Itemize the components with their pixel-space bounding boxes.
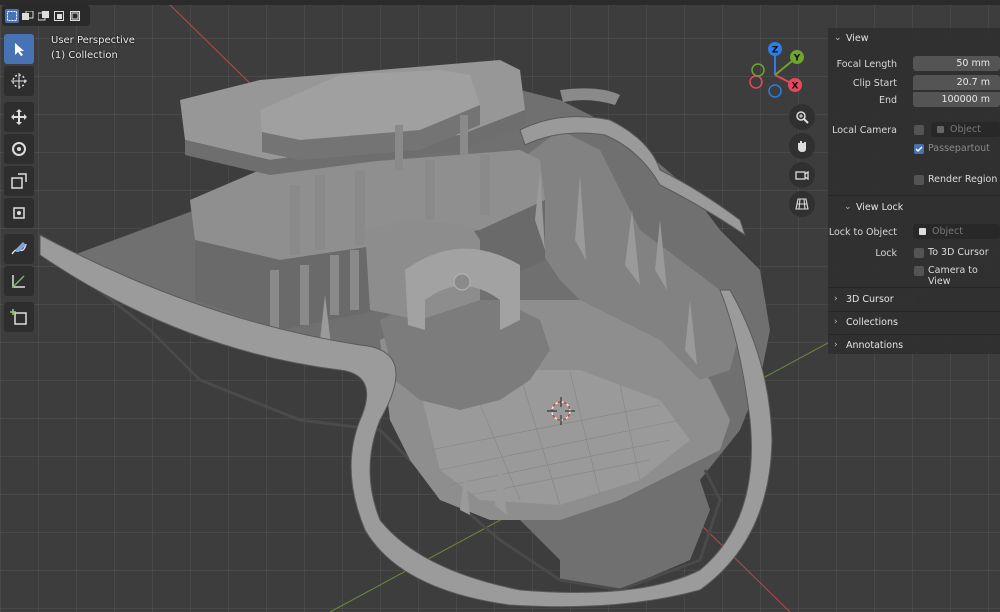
rotate-icon — [12, 142, 26, 156]
add-cube-tool[interactable] — [4, 302, 34, 332]
camera-to-view-checkbox[interactable] — [914, 266, 924, 276]
to-3d-cursor-label: To 3D Cursor — [928, 247, 989, 258]
select-new-button[interactable] — [5, 8, 19, 23]
object-icon — [919, 228, 926, 235]
collections-panel-title: Collections — [846, 316, 898, 328]
focal-length-label: Focal Length — [836, 58, 897, 70]
select-mode-bar — [2, 5, 90, 26]
grid-icon — [795, 198, 809, 210]
lock-label: Lock — [875, 247, 897, 259]
zoom-icon — [796, 111, 809, 124]
hand-icon — [798, 141, 806, 152]
select-subtract-button[interactable] — [37, 9, 51, 23]
select-intersect-button[interactable] — [69, 9, 83, 23]
transform-icon — [13, 207, 25, 219]
header-strip — [0, 0, 1000, 5]
select-invert-button[interactable] — [53, 9, 67, 23]
3d-cursor-icon — [11, 73, 27, 89]
clip-end-label: End — [878, 94, 897, 106]
move-arrows-icon — [11, 109, 27, 125]
viewport-nav-buttons — [789, 104, 815, 220]
local-camera-field[interactable]: Object — [931, 122, 1000, 137]
gizmo-y-label: Y — [793, 54, 801, 64]
chevron-right-icon: › — [834, 340, 838, 350]
passepartout-label: Passepartout — [928, 143, 990, 154]
view-panel-header[interactable]: ⌄ View — [828, 28, 869, 48]
view-panel-title: View — [846, 32, 869, 44]
camera-to-view-label: Camera to View — [928, 265, 978, 287]
annotate-tool[interactable] — [4, 234, 34, 264]
ruler-icon — [12, 275, 25, 288]
collections-panel-header[interactable]: › Collections — [828, 312, 1000, 332]
projection-toggle-button[interactable] — [789, 191, 815, 217]
3d-cursor-panel-header[interactable]: › 3D Cursor — [828, 289, 1000, 309]
to-3d-cursor-checkbox[interactable] — [914, 248, 924, 258]
lock-to-object-label: Lock to Object — [828, 226, 897, 238]
navigation-gizmo[interactable]: Z Y X — [744, 40, 806, 102]
transform-tool[interactable] — [4, 198, 34, 228]
cursor-tool[interactable] — [4, 66, 34, 96]
select-new-icon — [7, 10, 17, 21]
scale-icon — [11, 173, 27, 189]
select-invert-icon — [54, 10, 64, 21]
view-lock-panel-header[interactable]: ⌄ View Lock — [828, 197, 1000, 217]
cursor-arrow-icon — [15, 43, 24, 56]
zoom-button[interactable] — [789, 104, 815, 130]
axis-gizmo-icon: Z Y X — [749, 42, 804, 98]
camera-icon — [795, 170, 809, 181]
measure-tool[interactable] — [4, 266, 34, 296]
annotations-panel-header[interactable]: › Annotations — [828, 335, 1000, 355]
chevron-right-icon: › — [834, 317, 838, 327]
scale-tool[interactable] — [4, 166, 34, 196]
render-region-label: Render Region — [928, 174, 998, 185]
view-name: User Perspective — [51, 35, 135, 46]
tool-shelf — [4, 34, 34, 334]
viewport-info: User Perspective (1) Collection — [51, 33, 135, 63]
clip-end-row: End — [828, 92, 905, 108]
local-camera-row: Local Camera — [828, 122, 905, 138]
chevron-down-icon: ⌄ — [834, 33, 842, 43]
select-extend-icon — [22, 10, 34, 20]
passepartout-checkbox[interactable] — [914, 144, 924, 154]
rotate-tool[interactable] — [4, 134, 34, 164]
local-camera-placeholder: Object — [950, 124, 981, 135]
chevron-down-icon: ⌄ — [844, 202, 852, 212]
local-camera-checkbox[interactable] — [914, 125, 924, 135]
chevron-right-icon: › — [834, 294, 838, 304]
sidebar-panel: ⌄ View Focal Length 50 mm Clip Start 20.… — [828, 28, 1000, 354]
clip-end-field[interactable]: 100000 m — [913, 92, 1000, 107]
object-icon — [937, 126, 944, 133]
render-region-checkbox[interactable] — [914, 175, 924, 185]
clip-start-row: Clip Start — [828, 75, 905, 91]
camera-view-button[interactable] — [789, 162, 815, 188]
select-box-tool[interactable] — [4, 34, 34, 64]
lock-to-object-placeholder: Object — [932, 226, 963, 237]
gizmo-z-label: Z — [772, 46, 779, 56]
focal-length-field[interactable]: 50 mm — [913, 56, 1000, 71]
clip-start-field[interactable]: 20.7 m — [913, 75, 1000, 90]
pencil-icon — [11, 242, 27, 255]
gizmo-x-label: X — [792, 82, 799, 92]
view-lock-title: View Lock — [856, 201, 904, 213]
lock-row: Lock — [828, 245, 905, 261]
select-extend-button[interactable] — [21, 9, 35, 23]
clip-start-label: Clip Start — [852, 77, 897, 89]
pan-button[interactable] — [789, 133, 815, 159]
lock-to-object-field[interactable]: Object — [913, 224, 1000, 239]
select-subtract-icon — [38, 10, 49, 20]
3d-cursor-panel-title: 3D Cursor — [846, 293, 894, 305]
annotations-panel-title: Annotations — [846, 339, 904, 351]
add-cube-icon — [10, 309, 27, 325]
local-camera-label: Local Camera — [832, 124, 897, 136]
checkmark-icon — [915, 146, 923, 153]
move-tool[interactable] — [4, 102, 34, 132]
lock-to-object-row: Lock to Object — [828, 224, 905, 240]
focal-length-row: Focal Length — [828, 56, 905, 72]
collection-name: (1) Collection — [51, 50, 118, 61]
select-intersect-icon — [70, 10, 80, 21]
